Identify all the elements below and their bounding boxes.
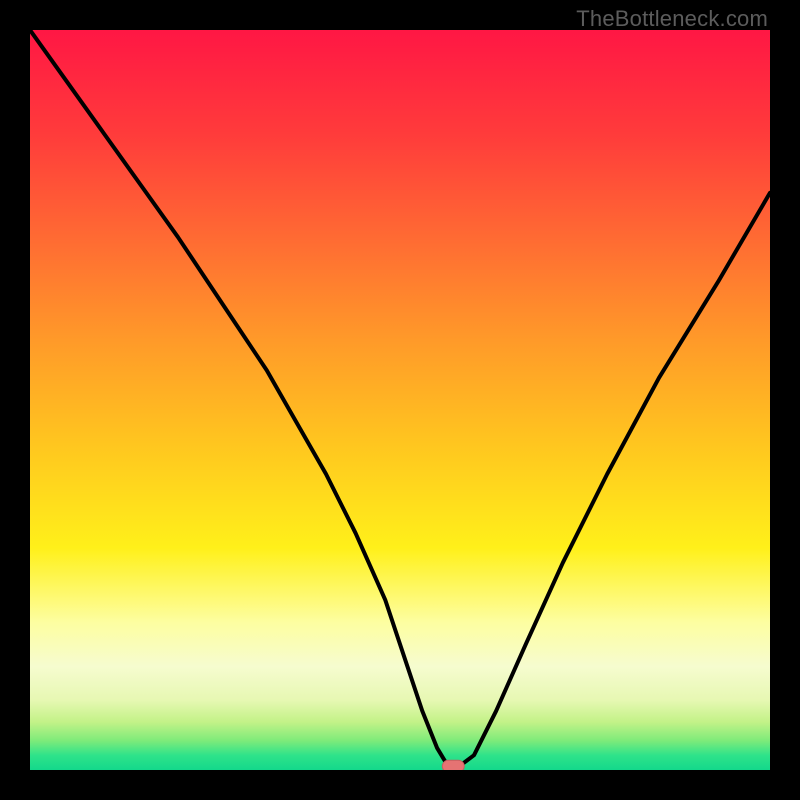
bottleneck-chart bbox=[30, 30, 770, 770]
marker-optimal-point bbox=[442, 760, 464, 770]
chart-frame: { "watermark": "TheBottleneck.com", "col… bbox=[0, 0, 800, 800]
chart-background bbox=[30, 30, 770, 770]
watermark-text: TheBottleneck.com bbox=[576, 6, 768, 32]
